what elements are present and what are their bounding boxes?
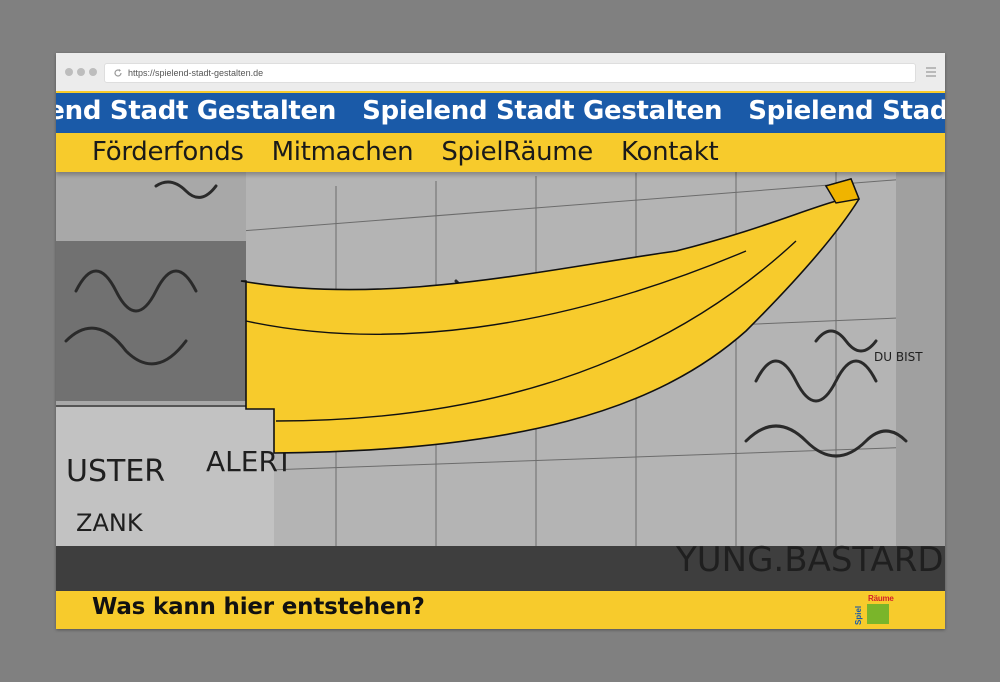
spielraeume-logo[interactable]: Räume Spiel bbox=[854, 594, 904, 626]
logo-text-raeume: Räume bbox=[868, 594, 894, 603]
browser-window: https://spielend-stadt-gestalten.de USTE… bbox=[56, 53, 945, 629]
marquee-banner: Spielend Stadt Gestalten Spielend Stadt … bbox=[56, 91, 945, 133]
graffiti-text-4: YUNG.BASTARD bbox=[675, 540, 944, 580]
address-bar[interactable]: https://spielend-stadt-gestalten.de bbox=[104, 63, 916, 83]
window-dot-maximize[interactable] bbox=[89, 68, 97, 76]
marquee-text[interactable]: Spielend Stadt Gestalten bbox=[56, 96, 336, 126]
nav-item-foerderfonds[interactable]: Förderfonds bbox=[92, 137, 244, 167]
window-dot-close[interactable] bbox=[65, 68, 73, 76]
marquee-text[interactable]: Spielend Stadt Gestalten bbox=[362, 96, 722, 126]
nav-item-kontakt[interactable]: Kontakt bbox=[621, 137, 719, 167]
browser-toolbar: https://spielend-stadt-gestalten.de bbox=[56, 53, 945, 92]
graffiti-text-3: ZANK bbox=[76, 509, 144, 537]
marquee-track: Spielend Stadt Gestalten Spielend Stadt … bbox=[56, 96, 945, 126]
url-text[interactable]: https://spielend-stadt-gestalten.de bbox=[128, 68, 263, 78]
web-page: USTER ALERT ZANK YUNG.BASTARD DU BIST Sp… bbox=[56, 91, 945, 629]
main-navigation: Förderfonds Mitmachen SpielRäume Kontakt bbox=[56, 133, 945, 172]
headline-bar: Was kann hier entstehen? Räume Spiel bbox=[56, 591, 945, 629]
nav-item-spielraeume[interactable]: SpielRäume bbox=[441, 137, 593, 167]
graffiti-text-1: USTER bbox=[66, 454, 165, 489]
window-dot-minimize[interactable] bbox=[77, 68, 85, 76]
reload-icon[interactable] bbox=[113, 68, 123, 78]
marquee-text[interactable]: Spielend Stadt Gestalten bbox=[748, 96, 945, 126]
logo-text-spiel: Spiel bbox=[854, 605, 863, 625]
nav-item-mitmachen[interactable]: Mitmachen bbox=[272, 137, 414, 167]
window-controls bbox=[65, 68, 97, 76]
graffiti-text-5: DU BIST bbox=[874, 350, 923, 364]
page-headline: Was kann hier entstehen? bbox=[92, 594, 425, 620]
logo-green-block bbox=[867, 604, 889, 624]
hamburger-menu-icon[interactable] bbox=[926, 67, 936, 77]
